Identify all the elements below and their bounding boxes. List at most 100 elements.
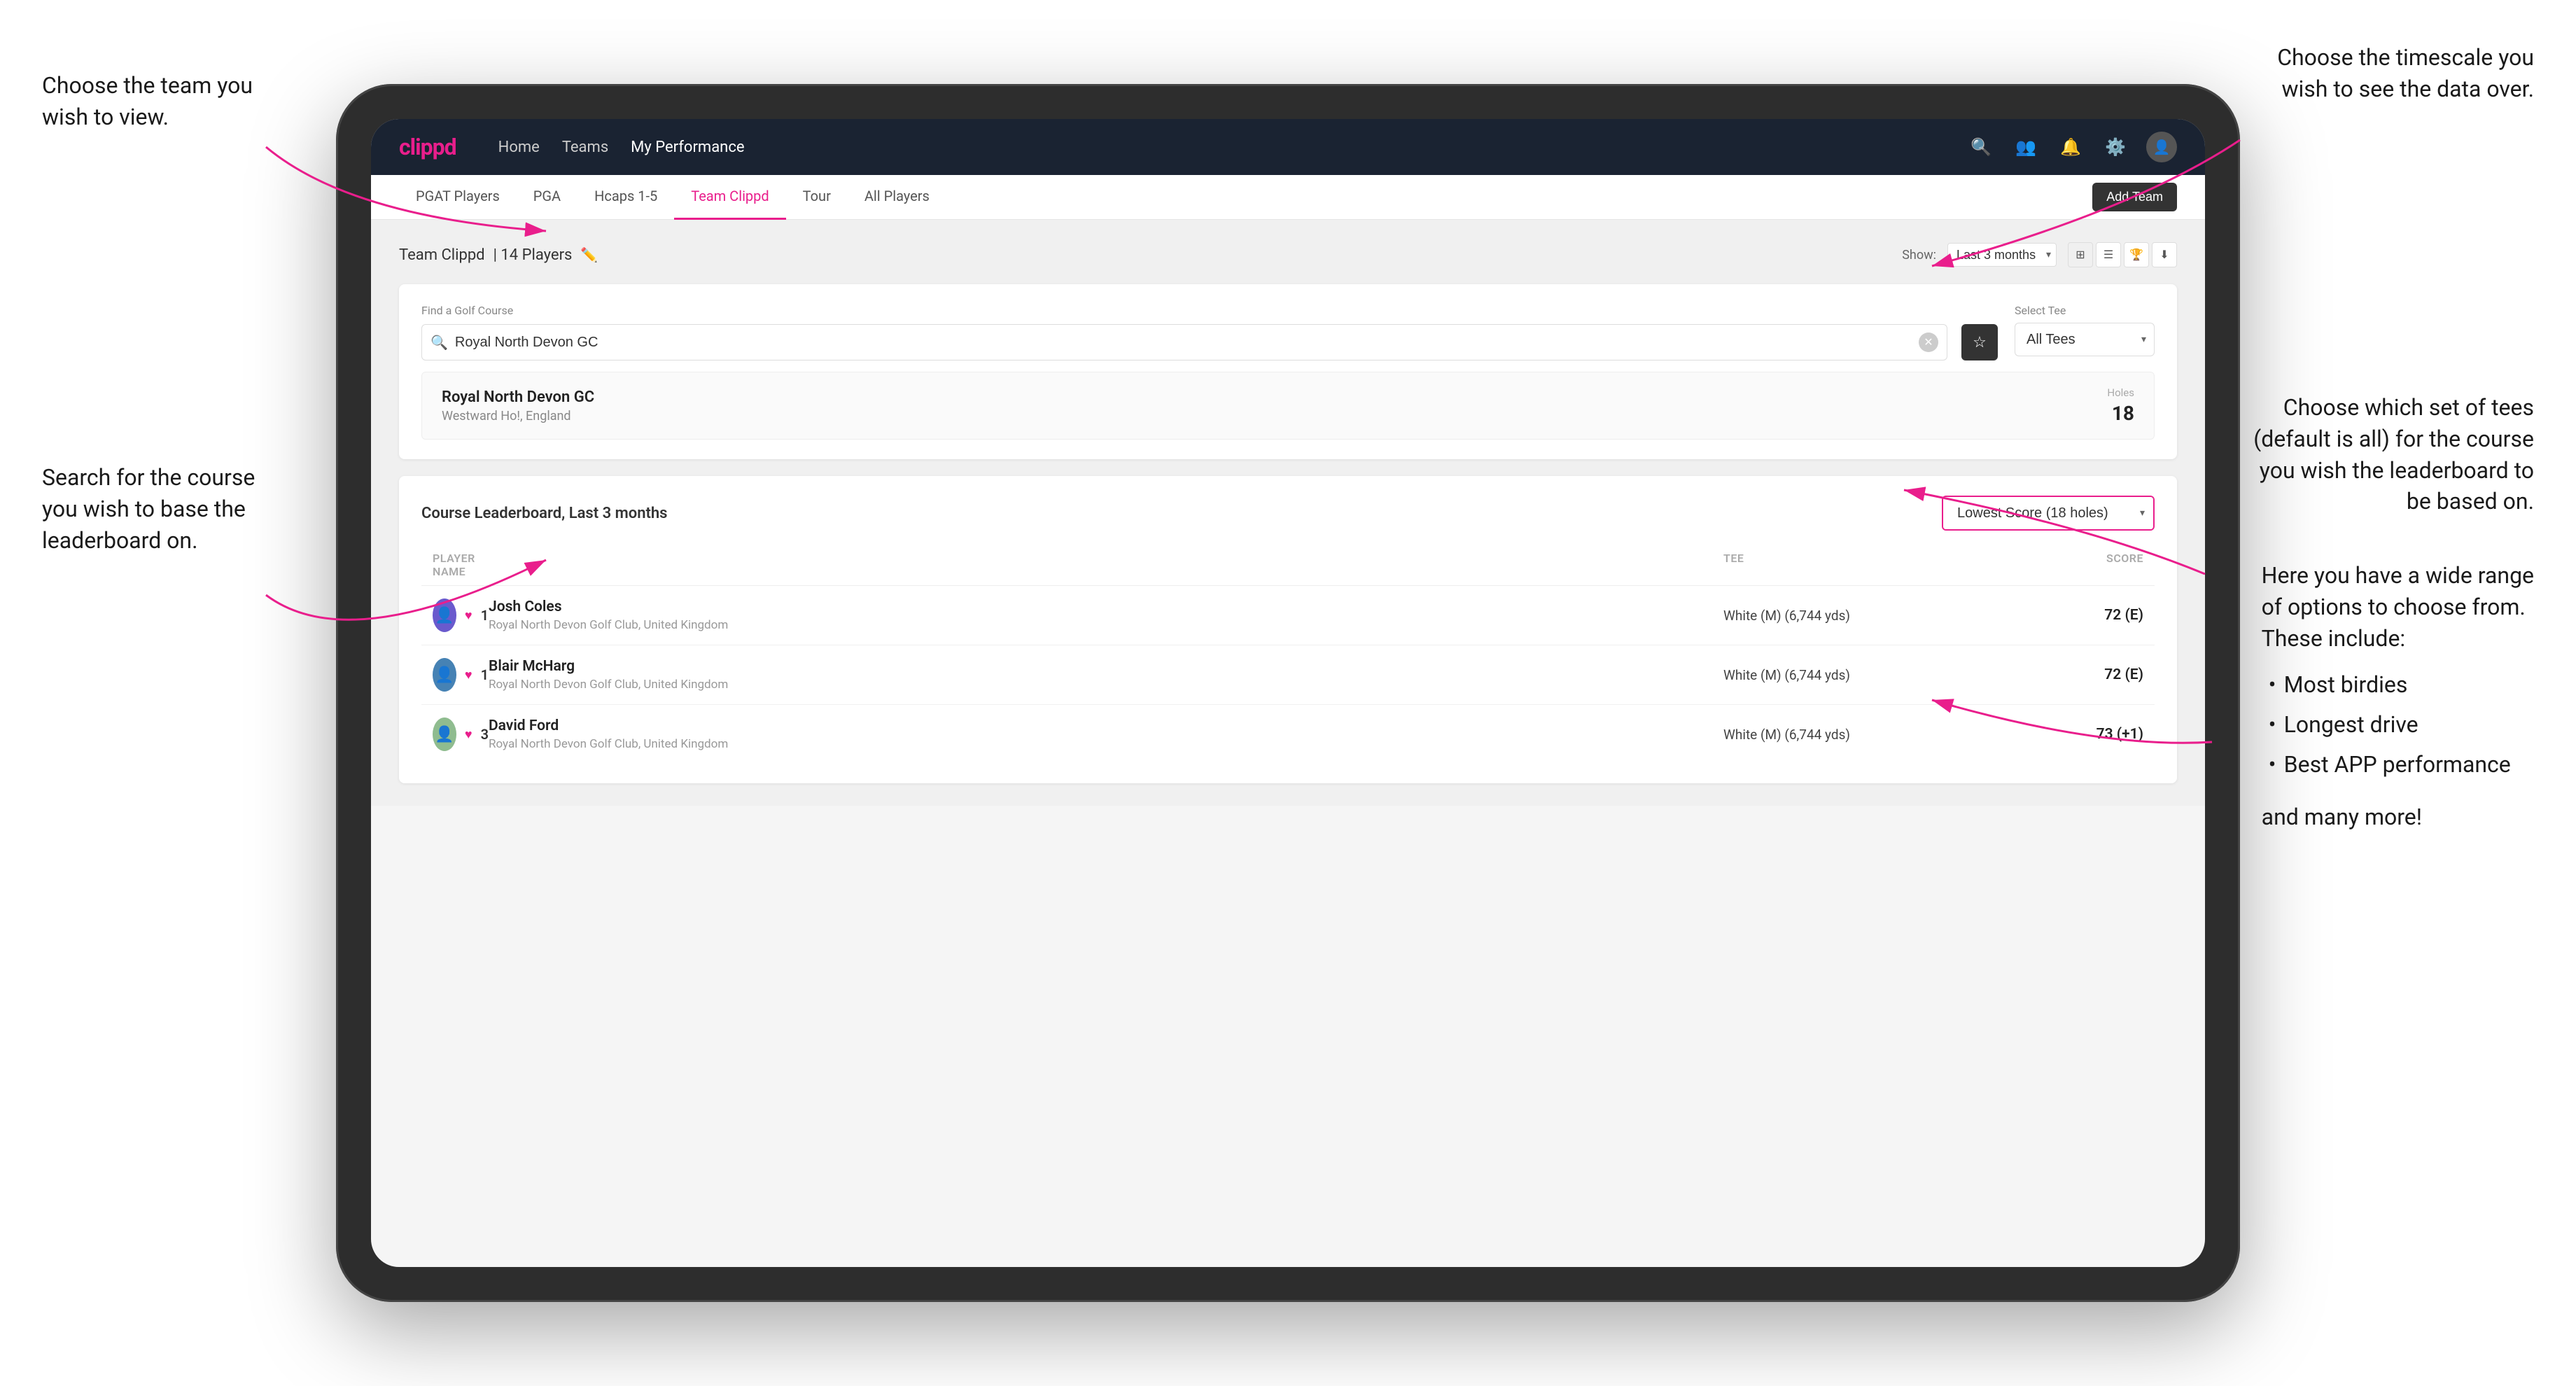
avatar-2: 👤 [433, 658, 456, 692]
star-button[interactable]: ☆ [1961, 324, 1998, 360]
annotation-bottom-left: Search for the course you wish to base t… [42, 462, 255, 556]
team-title-group: Team Clippd | 14 Players ✏️ [399, 246, 598, 264]
avatar-1: 👤 [433, 598, 456, 632]
player-score-3: 73 (+1) [2003, 726, 2143, 743]
leaderboard-card: Course Leaderboard, Last 3 months Lowest… [399, 476, 2177, 783]
tablet-shell: clippd Home Teams My Performance 🔍 👥 🔔 ⚙… [336, 84, 2240, 1302]
people-button[interactable]: 👥 [2012, 133, 2040, 161]
tee-label: Select Tee [2015, 304, 2155, 317]
list-item: Longest drive [2262, 705, 2534, 745]
and-more-text: and many more! [2262, 802, 2534, 833]
trophy-view-button[interactable]: 🏆 [2124, 242, 2149, 267]
col-player-header: PLAYER NAME [433, 552, 489, 578]
annotation-options-right: Here you have a wide range of options to… [2262, 560, 2534, 833]
search-section: Find a Golf Course 🔍 ✕ ☆ [421, 304, 1998, 360]
download-button[interactable]: ⬇ [2152, 242, 2177, 267]
settings-button[interactable]: ⚙️ [2101, 133, 2129, 161]
options-list: Most birdies Longest drive Best APP perf… [2262, 665, 2534, 784]
subnav-team-clippd[interactable]: Team Clippd [674, 175, 785, 220]
tee-select[interactable]: All Tees [2015, 323, 2155, 356]
player-count: | 14 Players [493, 246, 573, 264]
player-score-2: 72 (E) [2003, 666, 2143, 683]
team-header: Team Clippd | 14 Players ✏️ Show: Last 3… [399, 242, 2177, 267]
course-name: Royal North Devon GC [442, 388, 594, 406]
holes-label: Holes [2107, 386, 2134, 399]
table-row: 👤 ♥ 1 Josh Coles Royal North Devon Golf … [421, 586, 2155, 645]
rank-3: 3 [481, 726, 489, 743]
course-finder-card: Find a Golf Course 🔍 ✕ ☆ Select Tee [399, 284, 2177, 459]
edit-icon[interactable]: ✏️ [580, 246, 598, 263]
rank-cell-1: 👤 ♥ 1 [433, 598, 489, 632]
annotation-top-right: Choose the timescale you wish to see the… [2277, 42, 2534, 105]
navbar: clippd Home Teams My Performance 🔍 👥 🔔 ⚙… [371, 119, 2205, 175]
subnav-pga[interactable]: PGA [517, 175, 578, 220]
heart-icon-1: ♥ [465, 608, 472, 623]
search-icon: 🔍 [430, 334, 448, 351]
player-club-3: Royal North Devon Golf Club, United King… [489, 737, 1723, 751]
course-holes: Holes 18 [2107, 386, 2134, 425]
add-team-button[interactable]: Add Team [2092, 183, 2177, 211]
annotation-top-left: Choose the team you wish to view. [42, 70, 253, 133]
leaderboard-sort-select[interactable]: Lowest Score (18 holes) Most birdies Lon… [1943, 497, 2153, 529]
leaderboard-title: Course Leaderboard, Last 3 months [421, 505, 667, 522]
annotation-middle-right: Choose which set of tees (default is all… [2253, 392, 2534, 517]
tablet-screen: clippd Home Teams My Performance 🔍 👥 🔔 ⚙… [371, 119, 2205, 1267]
player-tee-2: White (M) (6,744 yds) [1723, 667, 2003, 683]
table-row: 👤 ♥ 3 David Ford Royal North Devon Golf … [421, 705, 2155, 764]
player-info-2: Blair McHarg Royal North Devon Golf Club… [489, 658, 1723, 692]
player-name-3: David Ford [489, 718, 1723, 734]
player-score-1: 72 (E) [2003, 607, 2143, 624]
logo: clippd [399, 134, 456, 160]
bell-button[interactable]: 🔔 [2057, 133, 2085, 161]
heart-icon-2: ♥ [465, 668, 472, 682]
tee-select-wrapper: All Tees [2015, 323, 2155, 356]
col-score-header: SCORE [2003, 552, 2143, 578]
sub-nav: PGAT Players PGA Hcaps 1-5 Team Clippd T… [371, 175, 2205, 220]
subnav-hcaps[interactable]: Hcaps 1-5 [578, 175, 674, 220]
player-club-2: Royal North Devon Golf Club, United King… [489, 678, 1723, 692]
nav-teams[interactable]: Teams [562, 139, 608, 156]
show-select-wrapper: Last 3 months [1947, 243, 2057, 267]
list-item: Best APP performance [2262, 745, 2534, 785]
avatar-3: 👤 [433, 718, 456, 751]
nav-links: Home Teams My Performance [498, 139, 1939, 156]
nav-home[interactable]: Home [498, 139, 540, 156]
search-button[interactable]: 🔍 [1967, 133, 1995, 161]
leaderboard-header: Course Leaderboard, Last 3 months Lowest… [421, 496, 2155, 531]
search-clear-button[interactable]: ✕ [1919, 332, 1938, 352]
col-player-spacer [489, 552, 1723, 578]
subnav-pgat[interactable]: PGAT Players [399, 175, 517, 220]
grid-view-button[interactable]: ⊞ [2068, 242, 2093, 267]
course-info: Royal North Devon GC Westward Ho!, Engla… [442, 388, 594, 424]
show-select[interactable]: Last 3 months [1947, 243, 2057, 267]
leaderboard-dropdown-wrapper: Lowest Score (18 holes) Most birdies Lon… [1942, 496, 2155, 531]
course-result: Royal North Devon GC Westward Ho!, Engla… [421, 372, 2155, 440]
player-info-3: David Ford Royal North Devon Golf Club, … [489, 718, 1723, 751]
tee-section: Select Tee All Tees [2015, 304, 2155, 356]
table-row: 👤 ♥ 1 Blair McHarg Royal North Devon Gol… [421, 645, 2155, 705]
nav-icons: 🔍 👥 🔔 ⚙️ 👤 [1967, 132, 2177, 162]
list-view-button[interactable]: ☰ [2096, 242, 2121, 267]
find-label: Find a Golf Course [421, 304, 1998, 317]
show-label: Show: [1902, 248, 1936, 262]
subnav-all-players[interactable]: All Players [848, 175, 946, 220]
course-finder-row: 🔍 ✕ ☆ [421, 324, 1998, 360]
view-icons: ⊞ ☰ 🏆 ⬇ [2068, 242, 2177, 267]
player-club-1: Royal North Devon Golf Club, United King… [489, 618, 1723, 632]
player-tee-3: White (M) (6,744 yds) [1723, 727, 2003, 743]
course-location: Westward Ho!, England [442, 409, 594, 424]
player-name-2: Blair McHarg [489, 658, 1723, 675]
leaderboard-table-header: PLAYER NAME TEE SCORE [421, 545, 2155, 586]
rank-2: 1 [481, 666, 489, 683]
rank-cell-3: 👤 ♥ 3 [433, 718, 489, 751]
content-area: Team Clippd | 14 Players ✏️ Show: Last 3… [371, 220, 2205, 806]
holes-value: 18 [2107, 402, 2134, 425]
rank-1: 1 [481, 607, 489, 624]
heart-icon-3: ♥ [465, 727, 472, 742]
avatar[interactable]: 👤 [2146, 132, 2177, 162]
team-name: Team Clippd [399, 246, 485, 264]
course-search-input[interactable] [455, 335, 1912, 351]
nav-my-performance[interactable]: My Performance [631, 139, 744, 156]
subnav-tour[interactable]: Tour [786, 175, 848, 220]
list-item: Most birdies [2262, 665, 2534, 705]
